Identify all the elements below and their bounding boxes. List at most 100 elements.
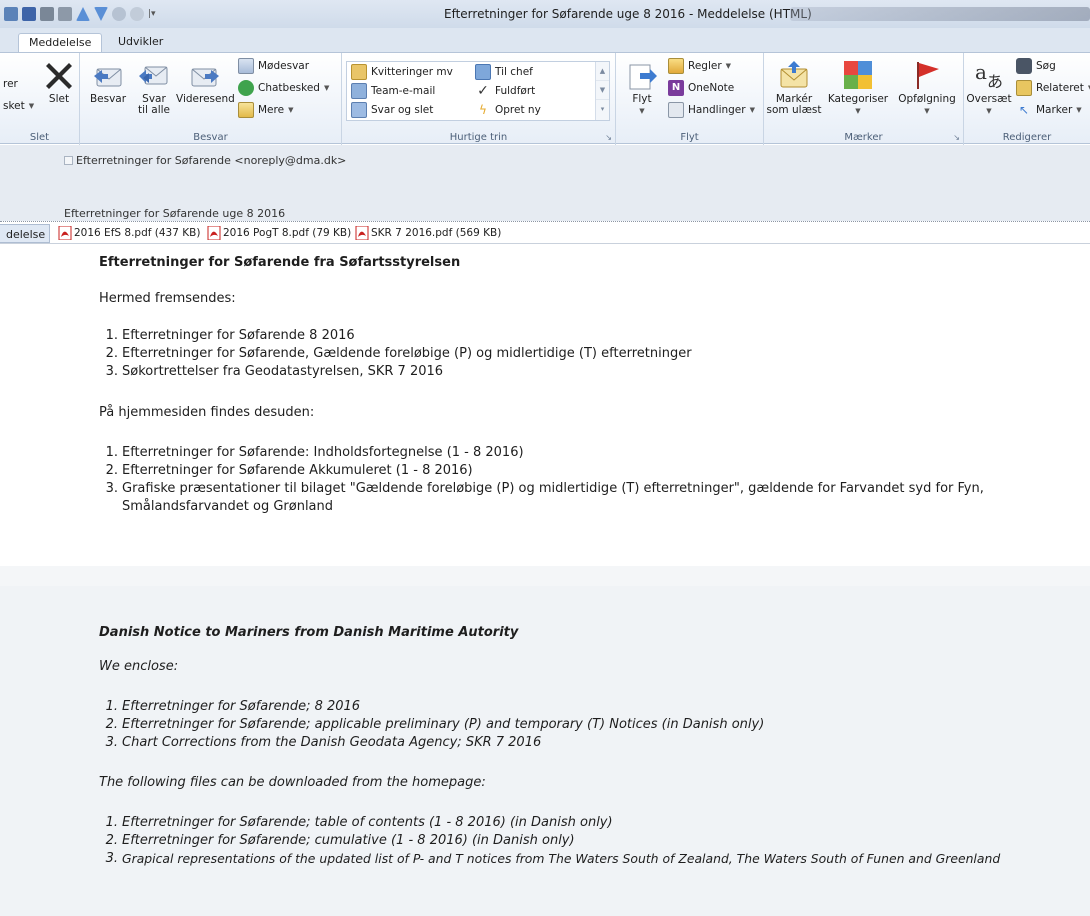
quick-step-til-chef[interactable]: Til chef — [475, 63, 533, 81]
find-button[interactable]: Søg — [1016, 57, 1056, 75]
address-book-icon[interactable] — [4, 7, 18, 21]
quick-step-opret-ny[interactable]: ϟ Opret ny — [475, 101, 541, 119]
list-item: 1. Efterretninger for Søfarende; 8 2016 — [105, 699, 361, 714]
quick-access-toolbar: |▾ — [4, 6, 156, 22]
quick-step-svar-og-slet[interactable]: Svar og slet — [351, 101, 433, 119]
message-body: Efterretninger for Søfarende fra Søfarts… — [0, 245, 1090, 916]
save-icon[interactable] — [22, 7, 36, 21]
attachment-bar: delelse 2016 EfS 8.pdf (437 KB) 2016 Pog… — [0, 222, 1090, 244]
down-arrow-icon[interactable] — [94, 7, 108, 21]
binoculars-icon — [1016, 58, 1032, 74]
reply-icon — [94, 68, 122, 87]
onenote-icon: N — [668, 80, 684, 96]
customize-qat-icon[interactable]: |▾ — [148, 9, 156, 19]
x-icon — [46, 63, 72, 89]
onenote-button[interactable]: N OneNote — [668, 79, 734, 97]
rules-button[interactable]: Regler ▼ — [668, 57, 731, 75]
list-item: 1. Efterretninger for Søfarende: Indholds… — [105, 445, 524, 460]
undo-icon[interactable] — [112, 7, 126, 21]
scroll-up-icon[interactable]: ▲ — [596, 62, 609, 81]
english-intro-2: The following files can be downloaded fr… — [99, 775, 486, 790]
attachment-item[interactable]: 2016 EfS 8.pdf (437 KB) — [58, 226, 200, 240]
attachment-name: SKR 7 2016.pdf (569 KB) — [371, 227, 502, 239]
chat-icon — [238, 80, 254, 96]
rules-icon — [668, 58, 684, 74]
list-item: 3. Søkortrettelser fra Geodatastyrelsen, … — [105, 364, 444, 379]
attachment-name: 2016 EfS 8.pdf (437 KB) — [74, 227, 201, 239]
dialog-launcher-icon[interactable]: ↘ — [605, 133, 612, 142]
folder-move-icon — [351, 64, 367, 80]
quick-steps-scrollbar[interactable]: ▲ ▼ ▾ — [595, 62, 609, 120]
meeting-reply-button[interactable]: Mødesvar — [238, 57, 309, 75]
reply-button[interactable]: Besvar — [88, 59, 128, 105]
cursor-icon: ↖ — [1018, 103, 1030, 117]
actions-button[interactable]: Handlinger ▼ — [668, 101, 755, 119]
dialog-launcher-icon[interactable]: ↘ — [953, 133, 960, 142]
quick-step-fuldfort[interactable]: ✓ Fuldført — [475, 82, 535, 100]
danish-intro-2: På hjemmesiden findes desuden: — [99, 405, 315, 420]
tab-meddelelse[interactable]: Meddelelse — [18, 33, 103, 52]
quick-steps-gallery: Kvitteringer mv Team-e-mail Svar og slet… — [346, 61, 610, 121]
translate-button[interactable]: a あ Oversæt ▼ — [966, 59, 1012, 117]
related-icon — [1016, 80, 1032, 96]
message-tab[interactable]: delelse — [0, 224, 51, 243]
delete-button[interactable]: Slet — [42, 59, 76, 105]
sender-name[interactable]: Efterretninger for Søfarende <noreply@dm… — [76, 154, 346, 167]
attachment-name: 2016 PogT 8.pdf (79 KB) — [223, 227, 352, 239]
list-item: 3. Chart Corrections from the Danish Geod… — [105, 735, 542, 750]
lightning-icon: ϟ — [479, 103, 487, 117]
translate-icon: a あ — [975, 60, 1003, 91]
print-preview-icon[interactable] — [58, 7, 72, 21]
related-button[interactable]: Relateret▼ — [1016, 79, 1090, 97]
more-reply-button[interactable]: Mere ▼ — [238, 101, 293, 119]
pdf-icon — [207, 226, 221, 240]
ignore-button[interactable]: rer — [3, 75, 18, 93]
attachment-item[interactable]: SKR 7 2016.pdf (569 KB) — [355, 226, 501, 240]
checkmark-icon: ✓ — [477, 83, 489, 99]
danish-list-1: 1. Efterretninger for Søfarende 8 2016 2.… — [105, 327, 692, 381]
svg-text:あ: あ — [987, 72, 1003, 91]
calendar-reply-icon — [238, 58, 254, 74]
forward-button[interactable]: Videresend — [176, 59, 235, 105]
list-item: 3. Grafiske præsentationer til bilaget "G… — [105, 481, 984, 496]
reply-all-button[interactable]: Svar til alle — [132, 59, 176, 116]
redo-icon[interactable] — [130, 7, 144, 21]
list-item: 1. Efterretninger for Søfarende; table of… — [105, 815, 613, 830]
forward-icon — [191, 68, 219, 87]
reply-all-icon — [139, 66, 168, 85]
list-item: 1. Efterretninger for Søfarende 8 2016 — [105, 328, 355, 343]
list-item: 2. Efterretninger for Søfarende; cumulati… — [105, 833, 575, 848]
section-separator — [0, 566, 1090, 586]
group-slet: rer sket ▼ Slet Slet — [0, 53, 80, 145]
list-item-continuation: Smålandsfarvandet og Grønland — [122, 499, 334, 514]
group-maerker: Markér som ulæst Kategoriser ▼ Opfølgning ▼… — [764, 53, 964, 145]
tab-udvikler[interactable]: Udvikler — [108, 33, 173, 52]
junk-button[interactable]: sket ▼ — [3, 97, 34, 115]
danish-list-2: 1. Efterretninger for Søfarende: Indholds… — [105, 444, 984, 516]
move-button[interactable]: Flyt ▼ — [622, 59, 662, 117]
message-subject: Efterretninger for Søfarende uge 8 2016 — [64, 207, 286, 220]
quick-step-kvitteringer[interactable]: Kvitteringer mv — [351, 63, 453, 81]
presence-icon — [64, 156, 73, 165]
followup-button[interactable]: Opfølgning ▼ — [896, 59, 958, 117]
attachment-item[interactable]: 2016 PogT 8.pdf (79 KB) — [207, 226, 351, 240]
quick-step-team-email[interactable]: Team-e-mail — [351, 82, 435, 100]
up-arrow-icon[interactable] — [76, 7, 90, 21]
danish-intro-1: Hermed fremsendes: — [99, 291, 236, 306]
categorize-button[interactable]: Kategoriser ▼ — [822, 59, 894, 117]
chat-reply-button[interactable]: Chatbesked ▼ — [238, 79, 329, 97]
select-button[interactable]: ↖ Marker ▼ — [1016, 101, 1082, 119]
sender-line[interactable]: Efterretninger for Søfarende <noreply@dm… — [64, 154, 346, 167]
ribbon-tabs: Meddelelse Udvikler — [0, 28, 1090, 52]
scroll-down-icon[interactable]: ▼ — [596, 81, 609, 100]
color-grid-icon — [844, 61, 872, 89]
group-label-hurtige-trin: Hurtige trin — [449, 132, 508, 143]
group-label-redigerer: Redigerer — [1002, 132, 1052, 143]
expand-gallery-icon[interactable]: ▾ — [596, 100, 609, 119]
window-title: Efterretninger for Søfarende uge 8 2016 … — [444, 7, 812, 21]
to-manager-icon — [475, 64, 491, 80]
print-icon[interactable] — [40, 7, 54, 21]
group-label-slet: Slet — [29, 132, 50, 143]
mark-unread-button[interactable]: Markér som ulæst — [766, 59, 822, 116]
actions-icon — [668, 102, 684, 118]
